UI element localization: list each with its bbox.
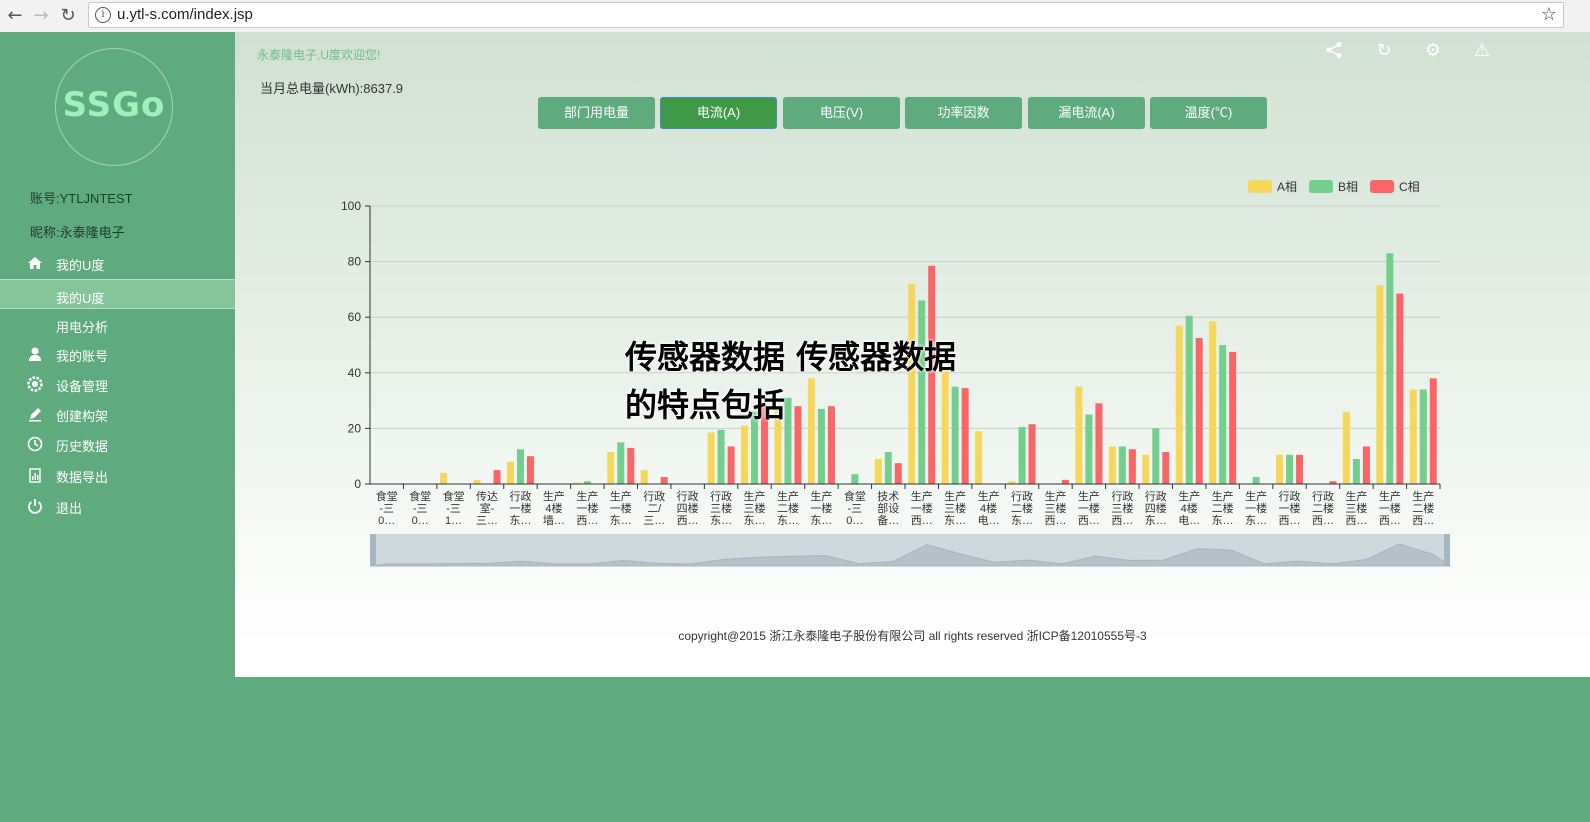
overlay-title: 传感器数据 传感器数据的特点包括 <box>625 338 957 424</box>
menu-label: 用电分析 <box>56 320 109 335</box>
menu-label: 历史数据 <box>56 439 109 454</box>
menu-label: 我的U度 <box>56 291 105 306</box>
tab-power-factor[interactable]: 功率因数 <box>905 97 1022 129</box>
menu-history-data[interactable]: 历史数据 <box>0 429 235 459</box>
home-icon <box>27 255 43 271</box>
menu-label: 我的U度 <box>56 258 105 273</box>
total-power: 当月总电量(kWh):8637.9 <box>260 81 404 96</box>
logo: SSGo <box>55 48 173 166</box>
menu-label: 数据导出 <box>56 470 109 485</box>
info-icon[interactable]: i <box>95 7 111 23</box>
menu-label: 创建构架 <box>56 409 109 424</box>
forward-arrow-icon[interactable]: → <box>30 5 52 27</box>
export-icon <box>27 467 43 483</box>
tab-voltage[interactable]: 电压(V) <box>783 97 900 129</box>
menu-my-account[interactable]: 我的账号 <box>0 339 235 369</box>
gear-icon <box>27 376 43 392</box>
menu-label: 退出 <box>56 501 83 516</box>
menu-label: 设备管理 <box>56 379 109 394</box>
menu-my-udu[interactable]: 我的U度 <box>0 248 235 278</box>
clock-icon <box>27 436 43 452</box>
refresh-icon[interactable]: ↻ <box>1374 41 1394 61</box>
tab-department-power[interactable]: 部门用电量 <box>538 97 655 129</box>
menu-label: 我的账号 <box>56 349 109 364</box>
sidebar: SSGo 账号:YTLJNTEST 昵称:永泰隆电子 我的U度 我的U度 用电分… <box>0 32 235 822</box>
url-text: u.ytl-s.com/index.jsp <box>117 6 253 23</box>
back-arrow-icon[interactable]: ← <box>4 5 26 27</box>
tab-leakage-current[interactable]: 漏电流(A) <box>1028 97 1145 129</box>
menu-data-export[interactable]: 数据导出 <box>0 460 235 490</box>
reload-icon[interactable]: ↻ <box>57 5 79 27</box>
submenu-power-analysis[interactable]: 用电分析 <box>0 310 235 340</box>
warning-icon[interactable]: ⚠ <box>1472 41 1492 61</box>
tab-current[interactable]: 电流(A) <box>660 97 777 129</box>
edit-icon <box>27 406 43 422</box>
submenu-my-udu[interactable]: 我的U度 <box>0 279 235 309</box>
menu-create-structure[interactable]: 创建构架 <box>0 399 235 429</box>
logo-text: SSGo <box>62 85 166 125</box>
share-icon[interactable] <box>1324 41 1344 61</box>
settings-icon[interactable]: ⚙ <box>1423 41 1443 61</box>
power-icon <box>27 498 43 514</box>
footer-copyright: copyright@2015 浙江永泰隆电子股份有限公司 all rights … <box>678 629 1147 643</box>
browser-toolbar: ← → ↻ i u.ytl-s.com/index.jsp ☆ <box>0 0 1590 33</box>
star-icon[interactable]: ☆ <box>1541 4 1557 25</box>
account-label: 账号:YTLJNTEST <box>30 191 133 206</box>
menu-logout[interactable]: 退出 <box>0 491 235 521</box>
address-bar[interactable]: i u.ytl-s.com/index.jsp ☆ <box>88 2 1564 28</box>
menu-device-management[interactable]: 设备管理 <box>0 369 235 399</box>
tab-temperature[interactable]: 温度(℃) <box>1150 97 1267 129</box>
nickname-label: 昵称:永泰隆电子 <box>30 225 125 240</box>
user-icon <box>27 346 43 362</box>
welcome-text: 永泰隆电子,U度欢迎您! <box>257 48 381 62</box>
